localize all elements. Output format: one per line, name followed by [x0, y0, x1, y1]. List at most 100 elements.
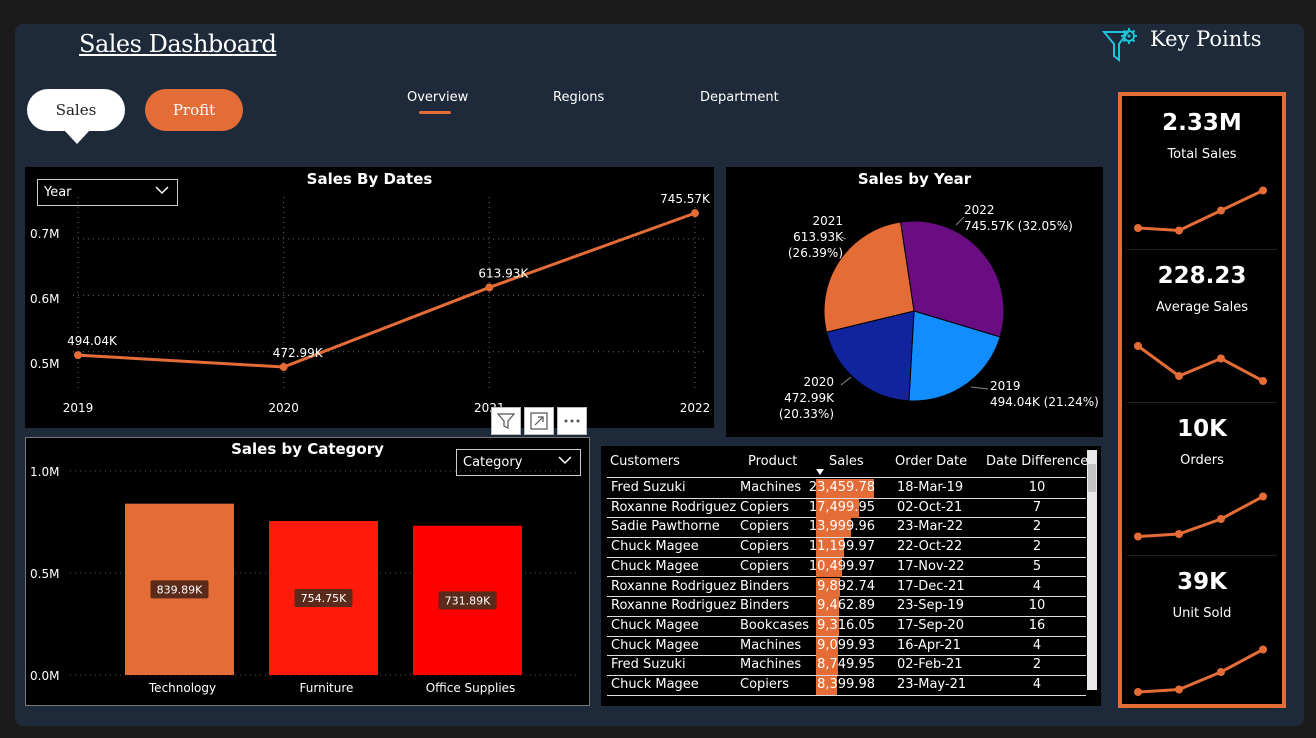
table-row[interactable]: Fred Suzuki Machines 23,459.78 18-Mar-19 10	[607, 479, 1086, 499]
tab-regions[interactable]: Regions	[553, 90, 604, 105]
kpi-label: Orders	[1180, 453, 1224, 468]
cell-sales: 9,462.89	[817, 598, 875, 614]
cell-date-difference: 4	[1032, 578, 1042, 594]
cell-date-difference: 2	[1032, 519, 1042, 535]
column-header-customers[interactable]: Customers	[610, 454, 680, 469]
kpi-card: 2.33M Total Sales	[1127, 100, 1277, 250]
kpi-sparkline	[1134, 186, 1267, 235]
cell-date-difference: 2	[1032, 657, 1042, 673]
pie-label-year: 2022	[964, 203, 995, 217]
cell-sales: 11,199.97	[808, 539, 875, 555]
kpi-sparkline	[1134, 492, 1267, 541]
cell-sales: 9,099.93	[817, 637, 875, 653]
sparkline-point	[1134, 224, 1142, 232]
sparkline-point	[1175, 372, 1183, 380]
tab-active-indicator	[419, 111, 451, 114]
key-points-label[interactable]: Key Points	[1150, 27, 1261, 51]
sparkline-point	[1259, 377, 1267, 385]
cell-order-date: 02-Oct-21	[897, 499, 963, 515]
cell-sales: 10,499.97	[808, 558, 875, 574]
data-point[interactable]	[279, 363, 288, 372]
bar-chart: 839.89K Technology 754.75K Furniture 731.89K…	[70, 470, 580, 695]
table-row[interactable]: Fred Suzuki Machines 8,749.95 02-Feb-21 2	[607, 656, 1086, 676]
leader-line	[955, 216, 965, 226]
data-point[interactable]	[485, 283, 494, 292]
filter-icon[interactable]	[491, 407, 521, 435]
scrollbar-thumb[interactable]	[1088, 464, 1096, 492]
table-row[interactable]: Roxanne Rodriguez Binders 9,892.74 17-Dec-2…	[607, 577, 1086, 598]
sparkline-point	[1217, 668, 1225, 676]
x-tick-label: 2019	[63, 401, 94, 415]
table-row[interactable]: Chuck Magee Bookcases 9,316.05 17-Sep-20 16	[607, 616, 1086, 637]
cell-customer: Roxanne Rodriguez	[611, 598, 737, 614]
more-options-icon[interactable]	[557, 407, 587, 435]
line-chart: 494.04K2019472.99K2020613.93K2021745.57K…	[63, 192, 711, 415]
cell-sales: 9,892.74	[817, 578, 875, 594]
tab-overview[interactable]: Overview	[407, 90, 468, 105]
cell-customer: Chuck Magee	[611, 558, 699, 574]
table-row[interactable]: Chuck Magee Copiers 11,199.97 22-Oct-22 2	[607, 538, 1086, 558]
data-label: 613.93K	[478, 266, 529, 280]
sparkline-point	[1217, 206, 1225, 215]
sparkline-point	[1175, 226, 1183, 235]
cell-order-date: 17-Dec-21	[897, 578, 965, 594]
cell-customer: Roxanne Rodriguez	[611, 578, 737, 594]
focus-mode-icon[interactable]	[524, 407, 554, 435]
sparkline-point	[1175, 530, 1183, 538]
sales-button-pointer	[64, 130, 90, 144]
cell-customer: Chuck Magee	[611, 677, 699, 692]
table-row[interactable]: Roxanne Rodriguez Copiers 17,499.95 02-Oct-…	[607, 498, 1086, 519]
filter-gear-icon[interactable]	[1102, 26, 1140, 64]
cell-product: Bookcases	[740, 617, 810, 633]
table-row[interactable]: Roxanne Rodriguez Binders 9,462.89 23-Sep-1…	[607, 597, 1086, 617]
column-header-sales[interactable]: Sales	[829, 454, 864, 469]
table-row[interactable]: Sadie Pawthorne Copiers 13,999.96 23-Mar-22…	[607, 518, 1086, 539]
kpi-sparkline	[1134, 342, 1267, 385]
cell-date-difference: 10	[1028, 480, 1046, 495]
table-row[interactable]: Chuck Magee Machines 9,099.93 16-Apr-21 4	[607, 636, 1086, 657]
x-tick-label: 2022	[680, 401, 711, 415]
x-tick-label: 2020	[268, 401, 299, 415]
cell-sales: 8,399.98	[817, 677, 875, 692]
table-row[interactable]: Chuck Magee Copiers 10,499.97 17-Nov-22 5	[607, 557, 1086, 578]
cell-date-difference: 2	[1032, 539, 1042, 555]
table-scrollbar[interactable]	[1087, 450, 1097, 690]
column-header-date-difference[interactable]: Date Difference	[986, 454, 1088, 469]
table-row[interactable]: Chuck Magee Copiers 8,399.98 23-May-21 4	[607, 676, 1086, 696]
data-point[interactable]	[691, 209, 699, 218]
sales-button[interactable]: Sales	[27, 89, 125, 131]
sparkline-point	[1134, 342, 1142, 350]
cell-product: Machines	[740, 657, 802, 673]
header-divider	[607, 477, 1086, 478]
cell-product: Copiers	[740, 558, 790, 574]
cell-customer: Roxanne Rodriguez	[611, 499, 737, 515]
cell-product: Machines	[740, 480, 802, 495]
kpi-value: 228.23	[1157, 263, 1247, 289]
pie-label-value: 494.04K (21.24%)	[990, 395, 1099, 409]
cell-customer: Fred Suzuki	[611, 480, 686, 495]
cell-order-date: 17-Nov-22	[897, 558, 965, 574]
data-point[interactable]	[74, 351, 82, 360]
data-label: 754.75K	[301, 592, 347, 605]
sparkline-point	[1259, 645, 1267, 654]
line-series	[77, 211, 696, 369]
kpi-value: 39K	[1177, 569, 1227, 595]
cell-sales: 9,316.05	[817, 617, 875, 633]
data-label: 472.99K	[273, 346, 324, 360]
data-label: 731.89K	[445, 594, 491, 607]
cell-product: Copiers	[740, 677, 790, 692]
pie-label-2022: 2022 745.57K (32.05%)	[964, 202, 1073, 234]
column-header-order-date[interactable]: Order Date	[895, 454, 967, 469]
profit-button[interactable]: Profit	[145, 89, 243, 131]
cell-customer: Fred Suzuki	[611, 657, 686, 673]
cell-sales: 23,459.78	[808, 480, 875, 495]
cell-order-date: 23-Mar-22	[897, 519, 964, 535]
category-label: Office Supplies	[426, 681, 516, 695]
column-header-product[interactable]: Product	[748, 454, 797, 469]
tab-department[interactable]: Department	[700, 90, 779, 105]
cell-product: Binders	[740, 598, 790, 614]
cell-customer: Sadie Pawthorne	[611, 519, 720, 535]
orders-table: Customers Product Sales Order Date Date …	[601, 446, 1101, 706]
kpi-label: Average Sales	[1155, 300, 1249, 315]
sparkline-line	[1137, 648, 1264, 694]
